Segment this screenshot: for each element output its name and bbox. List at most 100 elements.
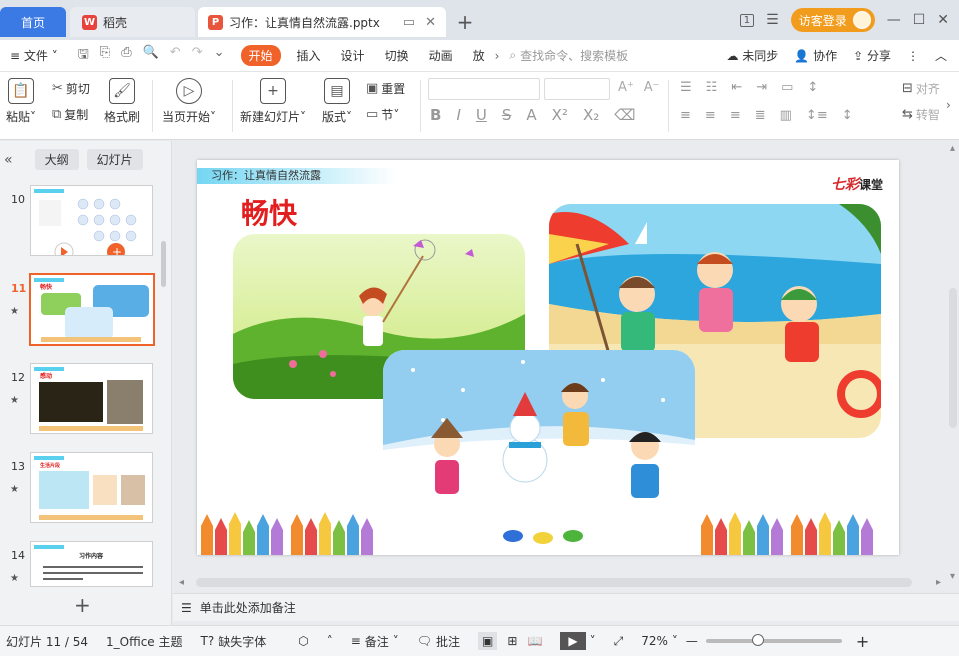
tab-document[interactable]: P 习作：让真情自然流露.pptx ▭ ✕ bbox=[198, 7, 446, 37]
more-icon[interactable]: ⌄ bbox=[214, 45, 225, 67]
canvas-vertical-scrollbar[interactable] bbox=[949, 288, 957, 428]
section-button[interactable]: ▭ 节 ˅ bbox=[366, 106, 399, 123]
notes-button[interactable]: ≡ 备注 ˅ bbox=[351, 633, 399, 650]
collapse-ribbon-icon[interactable]: ︿ bbox=[935, 47, 947, 64]
tab-daoke[interactable]: W 稻壳 bbox=[70, 7, 195, 37]
play-slideshow-button[interactable]: ▶ bbox=[560, 632, 586, 650]
scroll-up-icon[interactable]: ▴ bbox=[950, 143, 955, 154]
export-icon[interactable]: ⎘ bbox=[100, 45, 110, 67]
ribbon-scroll-right-icon[interactable]: › bbox=[946, 98, 951, 112]
normal-view-icon[interactable]: ▣ bbox=[478, 632, 498, 650]
increase-indent-icon[interactable]: ⇥ bbox=[756, 80, 767, 95]
font-family-select[interactable] bbox=[428, 78, 540, 100]
new-tab-button[interactable]: + bbox=[452, 7, 478, 37]
decrease-font-icon[interactable]: A⁻ bbox=[644, 80, 660, 95]
font-size-select[interactable] bbox=[544, 78, 610, 100]
sort-icon[interactable]: ↕ bbox=[807, 80, 818, 95]
collab-button[interactable]: 👤 协作 bbox=[794, 47, 837, 64]
print-preview-icon[interactable]: 🔍 bbox=[143, 45, 159, 67]
convert-button[interactable]: ⇆ 转智 bbox=[902, 106, 940, 123]
line-spacing-icon[interactable]: ↕≡ bbox=[806, 108, 828, 123]
tab-insert[interactable]: 插入 bbox=[287, 47, 331, 64]
scroll-left-icon[interactable]: ◂ bbox=[179, 577, 184, 588]
bold-icon[interactable]: B bbox=[430, 106, 441, 124]
minimize-icon[interactable]: — bbox=[887, 12, 901, 28]
notes-pane[interactable]: ☰ 单击此处添加备注 bbox=[173, 593, 959, 621]
layout-button[interactable]: ▤ 版式˅ bbox=[322, 78, 352, 125]
theme-name[interactable]: 1_Office 主题 bbox=[106, 633, 182, 650]
copy-button[interactable]: ⧉ 复制 bbox=[52, 106, 88, 123]
new-slide-button[interactable]: + 新建幻灯片˅ bbox=[240, 78, 306, 125]
scroll-right-icon[interactable]: ▸ bbox=[936, 577, 941, 588]
cut-button[interactable]: ✂ 剪切 bbox=[52, 80, 90, 97]
scroll-down-icon[interactable]: ▾ bbox=[950, 571, 955, 582]
save-icon[interactable]: 🖫 bbox=[78, 45, 89, 67]
paragraph-spacing-icon[interactable]: ↕ bbox=[842, 108, 853, 123]
numbered-list-icon[interactable]: ☷ bbox=[706, 80, 718, 95]
file-menu[interactable]: ≡ 文件 ˅ bbox=[0, 47, 68, 64]
zoom-in-icon[interactable]: + bbox=[856, 632, 869, 651]
undo-icon[interactable]: ↶ bbox=[170, 45, 181, 67]
align-center-icon[interactable]: ≡ bbox=[705, 108, 716, 123]
add-slide-button[interactable]: + bbox=[74, 593, 91, 617]
protect-icon[interactable]: ⬡ bbox=[298, 634, 308, 648]
clear-format-icon[interactable]: ⌫ bbox=[614, 106, 635, 124]
canvas-horizontal-scrollbar[interactable] bbox=[196, 578, 912, 587]
increase-font-icon[interactable]: A⁺ bbox=[618, 80, 634, 95]
expand-icon[interactable]: ˄ bbox=[327, 634, 333, 648]
collapse-panel-icon[interactable]: « bbox=[4, 152, 13, 168]
distribute-icon[interactable]: ▥ bbox=[780, 108, 792, 123]
justify-icon[interactable]: ≣ bbox=[755, 108, 766, 123]
underline-icon[interactable]: U bbox=[476, 106, 487, 124]
panel-scrollbar[interactable] bbox=[161, 241, 166, 287]
window-detach-icon[interactable]: ▭ bbox=[403, 15, 415, 30]
italic-icon[interactable]: I bbox=[456, 106, 460, 124]
bullet-list-icon[interactable]: ☰ bbox=[680, 80, 692, 95]
tab-animation[interactable]: 动画 bbox=[419, 47, 463, 64]
play-from-current-button[interactable]: ▷ 当页开始˅ bbox=[162, 78, 216, 125]
subscript-icon[interactable]: X₂ bbox=[583, 106, 599, 124]
sorter-view-icon[interactable]: ⊞ bbox=[507, 634, 517, 648]
print-icon[interactable]: ⎙ bbox=[121, 45, 131, 67]
superscript-icon[interactable]: X² bbox=[552, 106, 568, 124]
slide-thumbnail-14[interactable]: 习作内容 bbox=[30, 541, 153, 587]
zoom-slider[interactable] bbox=[705, 634, 842, 646]
tab-design[interactable]: 设计 bbox=[331, 47, 375, 64]
format-painter-button[interactable]: 🖌 格式刷 bbox=[104, 78, 140, 125]
current-slide[interactable]: 习作：让真情自然流露 七彩课堂 畅快 bbox=[197, 160, 899, 555]
page-indicator[interactable]: 1 bbox=[739, 13, 755, 27]
close-window-icon[interactable]: ✕ bbox=[937, 12, 949, 28]
tab-slides[interactable]: 幻灯片 bbox=[86, 149, 143, 170]
maximize-icon[interactable]: ☐ bbox=[913, 12, 926, 28]
slide-thumbnail-11[interactable]: 畅快 bbox=[29, 273, 155, 346]
comments-button[interactable]: 🗨 批注 bbox=[417, 633, 460, 650]
align-left-icon[interactable]: ≡ bbox=[680, 108, 691, 123]
tab-slideshow[interactable]: 放 bbox=[463, 47, 495, 64]
zoom-out-icon[interactable]: — bbox=[686, 634, 698, 648]
close-tab-icon[interactable]: ✕ bbox=[425, 15, 436, 30]
missing-font-button[interactable]: T? 缺失字体 bbox=[201, 633, 267, 650]
sync-status[interactable]: ☁ 未同步 bbox=[726, 47, 778, 64]
paste-button[interactable]: 📋 粘贴˅ bbox=[6, 78, 36, 125]
zoom-level[interactable]: 72% ˅ bbox=[641, 634, 678, 648]
align-button[interactable]: ⊟ 对齐 bbox=[902, 80, 940, 97]
redo-icon[interactable]: ↷ bbox=[192, 45, 203, 67]
text-box-icon[interactable]: ▭ bbox=[781, 80, 793, 95]
align-right-icon[interactable]: ≡ bbox=[730, 108, 741, 123]
zoom-slider-handle[interactable] bbox=[751, 634, 764, 646]
slide-thumbnail-13[interactable]: 生活片段 bbox=[30, 452, 153, 523]
strikethrough-icon[interactable]: S bbox=[502, 106, 512, 124]
more-options-icon[interactable]: ⋮ bbox=[907, 49, 919, 63]
command-search[interactable]: ⌕ 查找命令、搜索模板 bbox=[509, 47, 628, 64]
tab-start[interactable]: 开始 bbox=[240, 45, 281, 66]
menu-scroll-right-icon[interactable]: › bbox=[495, 49, 500, 63]
reading-view-icon[interactable]: 📖 bbox=[527, 634, 542, 648]
visitor-login-button[interactable]: 访客登录 bbox=[790, 8, 875, 32]
decrease-indent-icon[interactable]: ⇤ bbox=[731, 80, 742, 95]
menu-icon[interactable]: ☰ bbox=[766, 12, 779, 28]
slide-thumbnail-10[interactable]: + bbox=[30, 185, 153, 262]
fit-window-icon[interactable]: ⤢ bbox=[614, 634, 624, 649]
tab-outline[interactable]: 大纲 bbox=[34, 149, 79, 170]
tab-home[interactable]: 首页 bbox=[0, 7, 66, 37]
share-button[interactable]: ⇪ 分享 bbox=[853, 47, 891, 64]
